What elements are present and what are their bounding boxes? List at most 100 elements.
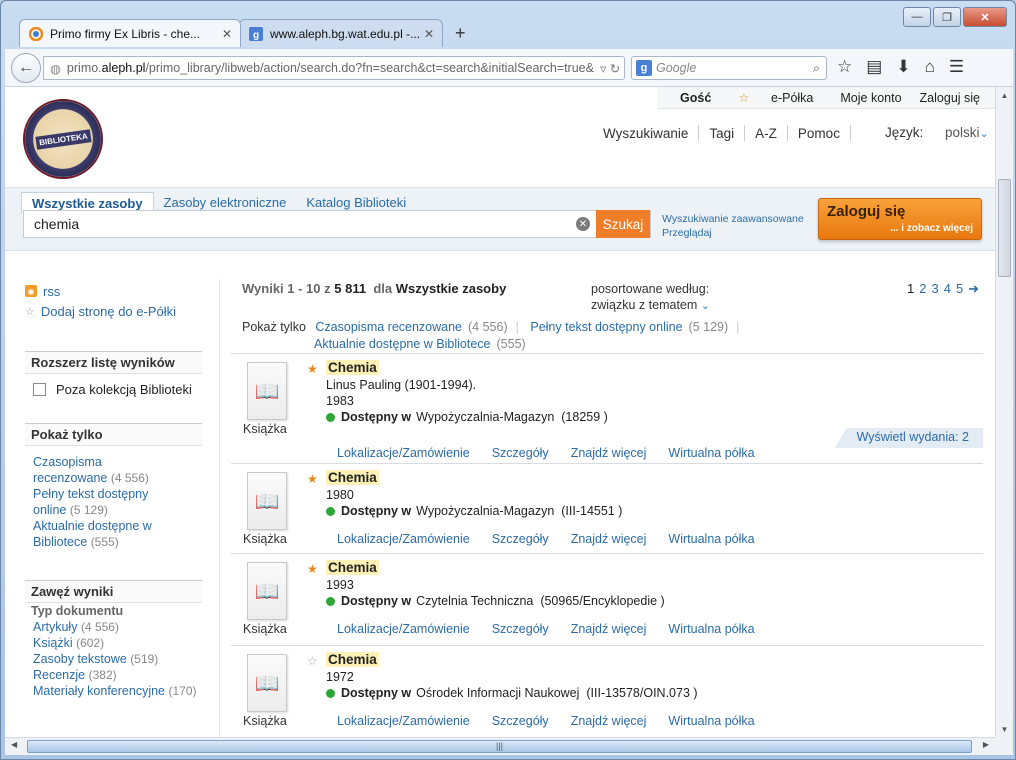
find-more-tab[interactable]: Znajdź więcej	[571, 622, 647, 636]
add-page-eshelf-link[interactable]: ☆ Dodaj stronę do e-Półki	[25, 301, 202, 321]
scroll-left-arrow-icon[interactable]: ◀	[11, 740, 17, 749]
scroll-up-arrow-icon[interactable]: ▲	[996, 87, 1013, 103]
star-outline-icon: ☆	[25, 305, 35, 318]
details-tab[interactable]: Szczegóły	[492, 714, 549, 728]
next-page-arrow-icon[interactable]: ➜	[968, 281, 979, 297]
details-tab[interactable]: Szczegóły	[492, 446, 549, 460]
filter-count: (555)	[496, 337, 526, 351]
availability-location[interactable]: Wypożyczalnia-Magazyn	[416, 504, 554, 518]
find-more-tab[interactable]: Znajdź więcej	[571, 714, 647, 728]
page-link[interactable]: 2	[919, 281, 926, 297]
language-selector[interactable]: Język: polski⌄	[885, 125, 989, 140]
browse-link[interactable]: Przeglądaj	[662, 226, 804, 240]
virtual-shelf-tab[interactable]: Wirtualna półka	[668, 532, 754, 546]
filter-available[interactable]: Aktualnie dostępne w Bibliotece	[314, 337, 491, 351]
filter-fulltext[interactable]: Pełny tekst dostępny online	[530, 320, 682, 334]
book-icon[interactable]: 📖	[247, 562, 287, 620]
locations-tab[interactable]: Lokalizacje/Zamówienie	[337, 622, 470, 636]
star-icon[interactable]: ★	[307, 362, 318, 376]
locations-tab[interactable]: Lokalizacje/Zamówienie	[337, 532, 470, 546]
search-button[interactable]: Szukaj	[596, 210, 650, 238]
new-tab-button[interactable]: +	[455, 23, 466, 44]
minimize-button[interactable]: —	[903, 7, 931, 27]
scrollbar-thumb[interactable]	[998, 179, 1011, 277]
locations-tab[interactable]: Lokalizacje/Zamówienie	[337, 714, 470, 728]
find-more-tab[interactable]: Znajdź więcej	[571, 532, 647, 546]
google-engine-icon[interactable]: g	[636, 60, 652, 76]
reading-list-icon[interactable]: ▤	[866, 57, 882, 77]
facet-articles[interactable]: Artykuły (4 556)	[25, 619, 202, 635]
library-logo[interactable]: BIBLIOTEKA	[23, 99, 103, 179]
book-icon[interactable]: 📖	[247, 654, 287, 712]
facet-reviews[interactable]: Recenzje (382)	[25, 667, 202, 683]
back-arrow-icon[interactable]: ←	[11, 53, 41, 83]
close-window-button[interactable]: ✕	[963, 7, 1007, 27]
outside-collection-checkbox[interactable]: Poza kolekcją Biblioteki	[25, 374, 202, 397]
find-more-tab[interactable]: Znajdź więcej	[571, 446, 647, 460]
facet-peer-reviewed[interactable]: Czasopisma recenzowane (4 556)	[25, 454, 155, 486]
login-promo-button[interactable]: Zaloguj się ... i zobacz więcej	[818, 198, 982, 240]
web-search-box[interactable]: g Google ⌕	[631, 56, 827, 80]
record-title[interactable]: Chemia	[326, 560, 379, 575]
record-title[interactable]: Chemia	[326, 470, 379, 485]
record-title[interactable]: Chemia	[326, 360, 379, 375]
locations-tab[interactable]: Lokalizacje/Zamówienie	[337, 446, 470, 460]
search-input[interactable]: chemia ✕ Szukaj	[23, 210, 651, 238]
star-icon[interactable]: ★	[307, 562, 318, 576]
scroll-right-arrow-icon[interactable]: ▶	[983, 740, 989, 749]
search-icon[interactable]: ⌕	[813, 61, 820, 76]
menu-icon[interactable]: ☰	[949, 57, 964, 77]
menu-help[interactable]: Pomoc	[798, 126, 840, 141]
sort-selector[interactable]: posortowane według: związku z tematem ⌄	[591, 281, 710, 314]
bookmark-star-icon[interactable]: ☆	[837, 57, 852, 77]
facet-fulltext[interactable]: Pełny tekst dostępny online (5 129)	[25, 486, 165, 518]
home-icon[interactable]: ⌂	[925, 57, 935, 77]
star-outline-icon[interactable]: ☆	[307, 654, 318, 668]
eshelf-link[interactable]: ☆ e-Półka	[720, 90, 831, 105]
availability-location[interactable]: Wypożyczalnia-Magazyn	[416, 410, 554, 424]
clear-search-icon[interactable]: ✕	[576, 217, 590, 231]
tab-aleph[interactable]: g www.aleph.bg.wat.edu.pl -... ✕	[239, 19, 443, 47]
record-type: Książka	[243, 622, 287, 636]
virtual-shelf-tab[interactable]: Wirtualna półka	[668, 714, 754, 728]
dropdown-reload-icons[interactable]: ▿ ↻	[594, 61, 624, 76]
facet-books[interactable]: Książki (602)	[25, 635, 202, 651]
menu-az[interactable]: A-Z	[755, 126, 777, 141]
details-tab[interactable]: Szczegóły	[492, 532, 549, 546]
page-link[interactable]: 4	[944, 281, 951, 297]
scroll-down-arrow-icon[interactable]: ▼	[996, 721, 1013, 737]
availability-location[interactable]: Czytelnia Techniczna	[416, 594, 533, 608]
checkbox[interactable]	[33, 383, 46, 396]
virtual-shelf-tab[interactable]: Wirtualna półka	[668, 622, 754, 636]
advanced-search-link[interactable]: Wyszukiwanie zaawansowane	[662, 212, 804, 226]
left-sidebar: ◉ rss ☆ Dodaj stronę do e-Półki Rozszerz l…	[25, 281, 202, 699]
my-account-link[interactable]: Moje konto	[831, 91, 910, 105]
login-link[interactable]: Zaloguj się	[911, 91, 989, 105]
details-tab[interactable]: Szczegóły	[492, 622, 549, 636]
close-tab-icon[interactable]: ✕	[222, 27, 232, 41]
availability-location[interactable]: Ośrodek Informacji Naukowej	[416, 686, 579, 700]
filter-peer-reviewed[interactable]: Czasopisma recenzowane	[315, 320, 462, 334]
virtual-shelf-tab[interactable]: Wirtualna półka	[668, 446, 754, 460]
close-tab-icon[interactable]: ✕	[424, 27, 434, 41]
menu-search[interactable]: Wyszukiwanie	[603, 126, 688, 141]
tab-primo[interactable]: Primo firmy Ex Libris - che... ✕	[19, 19, 241, 47]
facet-conference[interactable]: Materiały konferencyjne (170)	[25, 683, 202, 699]
maximize-button[interactable]: ❐	[933, 7, 961, 27]
menu-tags[interactable]: Tagi	[709, 126, 734, 141]
record-title[interactable]: Chemia	[326, 652, 379, 667]
facet-available[interactable]: Aktualnie dostępne w Bibliotece (555)	[25, 518, 165, 550]
page-link[interactable]: 3	[931, 281, 938, 297]
show-editions-button[interactable]: Wyświetl wydania: 2	[834, 428, 983, 448]
horizontal-scrollbar[interactable]: ◀ ||| ▶	[5, 737, 995, 755]
scrollbar-thumb[interactable]: |||	[27, 740, 972, 753]
book-icon[interactable]: 📖	[247, 472, 287, 530]
star-icon[interactable]: ★	[307, 472, 318, 486]
facet-text-resources[interactable]: Zasoby tekstowe (519)	[25, 651, 202, 667]
download-icon[interactable]: ⬇	[896, 57, 910, 77]
address-bar[interactable]: ◍ primo. aleph.pl/primo_library/libweb/ac…	[43, 56, 625, 80]
book-icon[interactable]: 📖	[247, 362, 287, 420]
page-link[interactable]: 5	[956, 281, 963, 297]
vertical-scrollbar[interactable]: ▲ ▼	[995, 87, 1013, 737]
rss-link[interactable]: ◉ rss	[25, 281, 202, 301]
